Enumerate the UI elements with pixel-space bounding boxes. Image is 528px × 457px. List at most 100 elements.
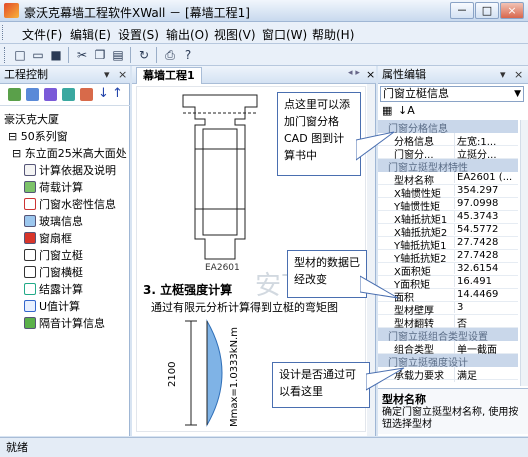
status-text: 就绪	[6, 441, 28, 454]
transom-icon	[24, 266, 36, 278]
tree-series[interactable]: ⊟ 50系列窗	[8, 129, 68, 145]
property-title: 属性编辑	[382, 68, 426, 81]
panel-title: 工程控制	[4, 68, 48, 81]
profile-label: EA2601	[205, 263, 240, 273]
load-icon	[24, 181, 36, 193]
property-row[interactable]: X轴惯性矩 354.297	[378, 185, 518, 200]
move-up-icon[interactable]: ↑	[112, 86, 123, 101]
add-window-icon[interactable]	[44, 88, 57, 101]
tab-project-1[interactable]: 幕墙工程1	[136, 67, 202, 84]
toolbar-separator	[156, 47, 157, 63]
paste-icon[interactable]: ▤	[110, 47, 126, 63]
moment-label: Mmax=1.0333kN.m	[229, 327, 240, 427]
property-scrollbar[interactable]	[520, 120, 528, 386]
menu-window[interactable]: 窗口(W)	[262, 26, 307, 43]
minimize-button[interactable]: －	[450, 2, 474, 19]
callout-pointer	[366, 367, 405, 391]
dimension-label: 2100	[167, 361, 178, 387]
menu-settings[interactable]: 设置(S)	[118, 26, 159, 43]
property-row[interactable]: Y轴抵抗矩1 27.7428	[378, 237, 518, 252]
tree-item[interactable]: 门窗横梃	[24, 265, 83, 281]
close-button[interactable]: ×	[500, 2, 524, 19]
print-icon[interactable]: ⎙	[162, 47, 178, 63]
callout-data-changed: 型材的数据已经改变	[287, 250, 367, 298]
property-row[interactable]: Y轴抵抗矩2 27.7428	[378, 250, 518, 265]
menu-bar: 文件(F) 编辑(E) 设置(S) 输出(O) 视图(V) 窗口(W) 帮助(H…	[0, 22, 528, 44]
menu-grip	[2, 25, 5, 40]
tree-root-project[interactable]: 豪沃克大厦	[4, 112, 59, 128]
sort-az-icon[interactable]: ↓A	[398, 104, 415, 117]
toolbar-grip	[4, 47, 7, 63]
property-row[interactable]: Y轴惯性矩 97.0998	[378, 198, 518, 213]
property-row[interactable]: 门窗分... 立挺分...	[378, 146, 518, 161]
mullion-icon	[24, 249, 36, 261]
object-select[interactable]: 门窗立梃信息 ▼	[380, 86, 524, 102]
move-down-icon[interactable]: ↓	[98, 86, 109, 101]
callout-pointer	[356, 131, 395, 161]
save-icon[interactable]: ■	[48, 47, 64, 63]
tree-toolbar: ↓ ↑	[0, 84, 130, 106]
property-grid: 门窗分格信息 分格信息 左宽:1... 门窗分... 立挺分... 门窗立挺型材特性…	[378, 120, 518, 386]
property-group: 门窗立挺型材特性	[378, 159, 518, 174]
tree-item[interactable]: 玻璃信息	[24, 214, 83, 230]
property-row[interactable]: 组合类型 单一截面	[378, 341, 518, 356]
tree-item[interactable]: U值计算	[24, 299, 80, 315]
menu-file[interactable]: 文件(F)	[22, 26, 62, 43]
tree-item[interactable]: 荷载计算	[24, 180, 83, 196]
tree-item[interactable]: 计算依据及说明	[24, 163, 116, 179]
tree-facade[interactable]: ⊟ 东立面25米高大面处	[12, 146, 127, 162]
property-group: 门窗分格信息	[378, 120, 518, 135]
pin-icon[interactable]: ▾	[104, 68, 110, 81]
water-icon	[24, 198, 36, 210]
profile-drawing	[182, 94, 258, 260]
help-text: 确定门窗立挺型材名称, 使用按钮选择型材	[382, 407, 519, 430]
document-tab-strip: 幕墙工程1 ◂ ▸ ×	[132, 66, 376, 84]
property-row[interactable]: 分格信息 左宽:1...	[378, 133, 518, 148]
window-title: 豪沃克幕墙工程软件XWall － [幕墙工程1]	[24, 6, 250, 20]
close-panel-icon[interactable]: ×	[118, 68, 127, 81]
panel-header: 工程控制	[0, 66, 130, 84]
new-file-icon[interactable]: □	[12, 47, 28, 63]
tree-item[interactable]: 结露计算	[24, 282, 83, 298]
pin-icon[interactable]: ▾	[500, 68, 506, 81]
property-row[interactable]: 型材壁厚 3	[378, 302, 518, 317]
menu-edit[interactable]: 编辑(E)	[70, 26, 111, 43]
menu-output[interactable]: 输出(O)	[166, 26, 209, 43]
add-calc-icon[interactable]	[62, 88, 75, 101]
callout-check-result: 设计是否通过可以看这里	[272, 362, 370, 408]
tree-item[interactable]: 门窗立梃	[24, 248, 83, 264]
help-icon[interactable]: ?	[180, 47, 196, 63]
tree-item[interactable]: 门窗水密性信息	[24, 197, 116, 213]
property-group: 门窗立挺组合类型设置	[378, 328, 518, 343]
cut-icon[interactable]: ✂	[74, 47, 90, 63]
property-row[interactable]: X轴抵抗矩1 45.3743	[378, 211, 518, 226]
maximize-button[interactable]: □	[475, 2, 499, 19]
copy-icon[interactable]: ❐	[92, 47, 108, 63]
close-panel-icon[interactable]: ×	[514, 68, 523, 81]
refresh-icon[interactable]: ↻	[136, 47, 152, 63]
status-bar: 就绪	[0, 437, 528, 457]
menu-view[interactable]: 视图(V)	[214, 26, 256, 43]
tab-scroll-icon[interactable]: ◂ ▸	[348, 68, 360, 78]
tree-item[interactable]: 窗扇框	[24, 231, 72, 247]
document-icon	[24, 164, 36, 176]
property-row[interactable]: 型材翻转否	[378, 315, 518, 330]
glass-icon	[24, 215, 36, 227]
open-folder-icon[interactable]: ▭	[30, 47, 46, 63]
menu-help[interactable]: 帮助(H)	[312, 26, 354, 43]
app-icon	[4, 3, 19, 18]
frame-icon	[24, 232, 36, 244]
close-doc-icon[interactable]: ×	[366, 68, 375, 81]
title-bar: 豪沃克幕墙工程软件XWall － [幕墙工程1] － □ ×	[0, 0, 528, 22]
toolbar-separator	[68, 47, 69, 63]
add-facade-icon[interactable]	[26, 88, 39, 101]
add-project-icon[interactable]	[8, 88, 21, 101]
tree-item[interactable]: 隔音计算信息	[24, 316, 105, 332]
delete-item-icon[interactable]	[80, 88, 93, 101]
property-row[interactable]: 型材名称 EA2601 (...	[378, 172, 518, 187]
condensation-icon	[24, 283, 36, 295]
property-row[interactable]: X轴抵抗矩2 54.5772	[378, 224, 518, 239]
project-control-panel: 工程控制 ▾ × ↓ ↑ 豪沃克大厦 ⊟ 50系列窗 ⊟ 东立面25米高大面处 …	[0, 66, 130, 436]
categorized-icon[interactable]: ▦	[382, 104, 392, 117]
acoustic-icon	[24, 317, 36, 329]
